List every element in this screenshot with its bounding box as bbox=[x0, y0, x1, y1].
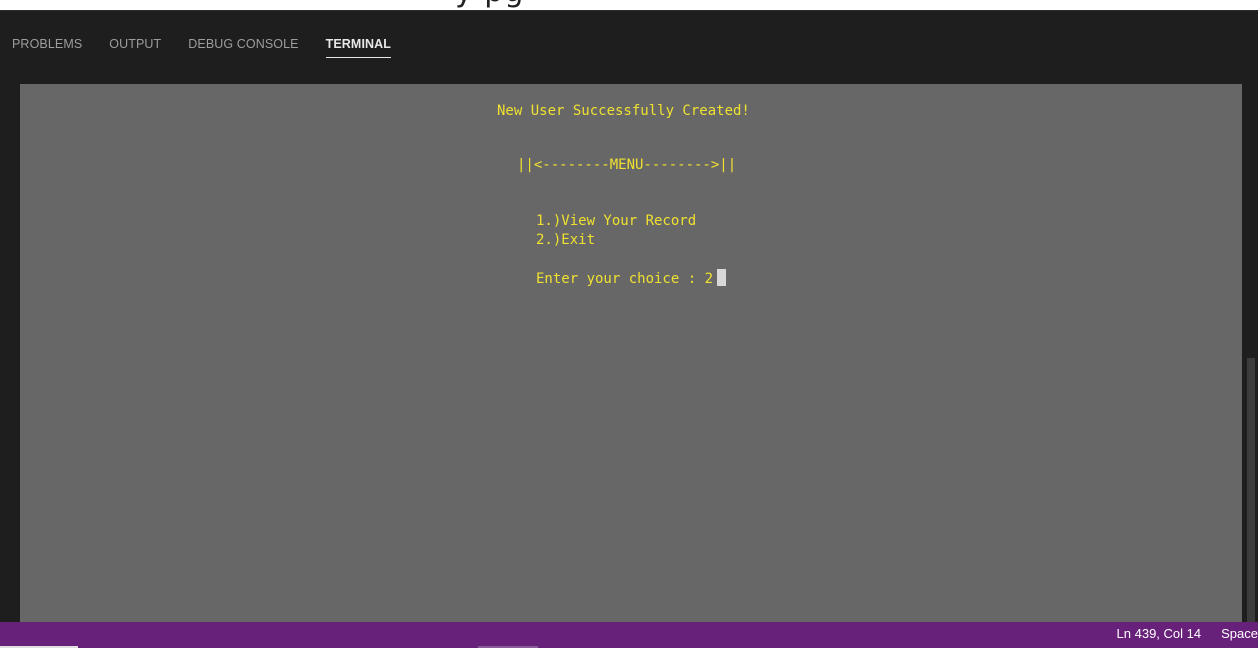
indentation-setting[interactable]: Space bbox=[1221, 626, 1258, 641]
terminal-cursor bbox=[717, 269, 727, 286]
status-bar: Ln 439, Col 14 Space bbox=[0, 622, 1258, 648]
tab-terminal[interactable]: TERMINAL bbox=[325, 37, 392, 58]
terminal-output[interactable]: New User Successfully Created! ||<------… bbox=[20, 84, 1242, 622]
terminal-lines: New User Successfully Created! ||<------… bbox=[20, 84, 1242, 622]
tab-output[interactable]: OUTPUT bbox=[109, 37, 161, 58]
panel-tabs: PROBLEMS OUTPUT DEBUG CONSOLE TERMINAL bbox=[12, 37, 418, 58]
menu-header: ||<--------MENU-------->|| bbox=[517, 157, 737, 173]
choice-prompt: Enter your choice : 2 bbox=[536, 271, 714, 287]
menu-option-2: 2.)Exit bbox=[536, 232, 596, 248]
success-message: New User Successfully Created! bbox=[497, 103, 750, 119]
choice-prompt-line: Enter your choice : 2 bbox=[536, 269, 727, 287]
cursor-position[interactable]: Ln 439, Col 14 bbox=[1117, 626, 1202, 641]
tab-debug-console[interactable]: DEBUG CONSOLE bbox=[188, 37, 298, 58]
scrollbar-thumb[interactable] bbox=[1247, 358, 1255, 622]
cropped-top-region: y pg bbox=[0, 0, 1258, 10]
menu-option-1: 1.)View Your Record bbox=[536, 213, 697, 229]
panel-header: PROBLEMS OUTPUT DEBUG CONSOLE TERMINAL bbox=[0, 10, 1258, 75]
tab-problems[interactable]: PROBLEMS bbox=[12, 37, 82, 58]
terminal-scrollbar[interactable] bbox=[1244, 84, 1258, 622]
cropped-heading-text: y pg bbox=[455, 0, 524, 9]
status-right-items: Ln 439, Col 14 Space bbox=[1097, 626, 1258, 641]
vscode-window: y pg PROBLEMS OUTPUT DEBUG CONSOLE TERMI… bbox=[0, 0, 1258, 648]
